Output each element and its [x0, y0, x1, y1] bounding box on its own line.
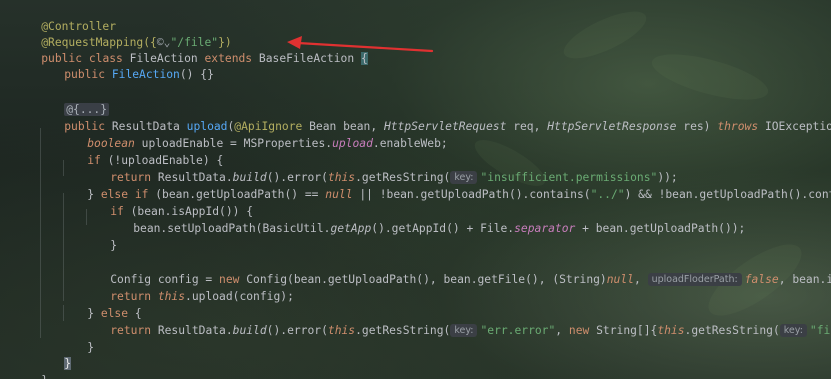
code-editor[interactable]: @Controller @RequestMapping({©⌄"/file"})… [0, 0, 831, 379]
red-arrow-annotation [287, 36, 434, 53]
